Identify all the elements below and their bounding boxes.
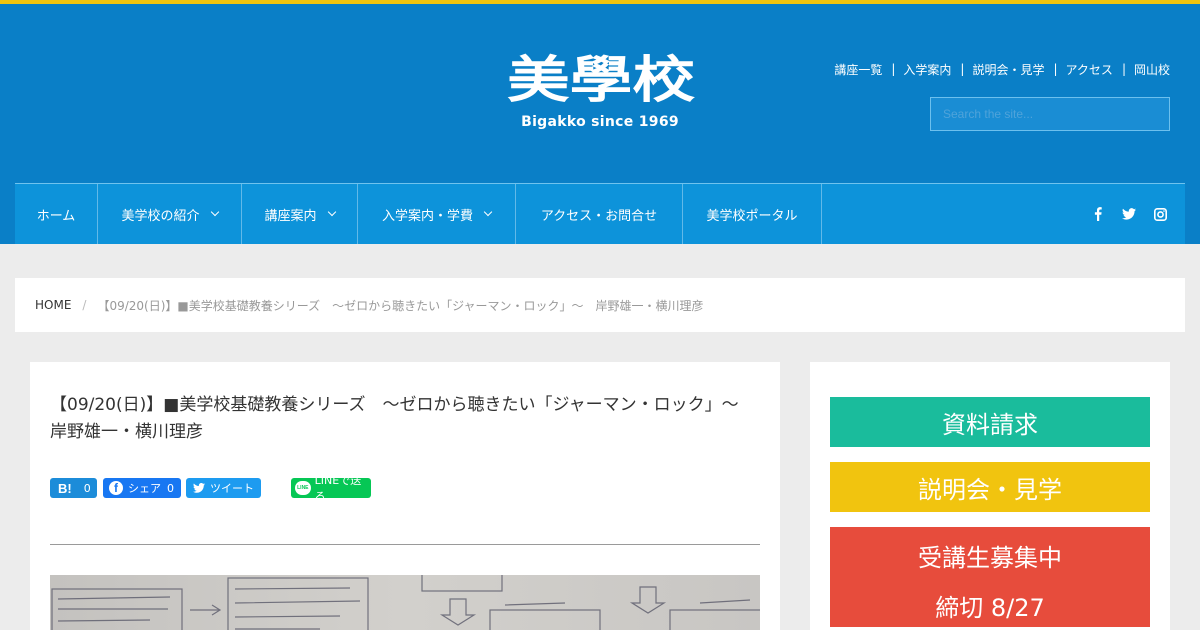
- search-box: [930, 97, 1170, 131]
- logo-text: 美學校: [507, 51, 695, 104]
- top-link-access[interactable]: アクセス: [1066, 61, 1113, 78]
- nav-item-courses[interactable]: 講座案内: [242, 184, 358, 244]
- chevron-down-icon: [327, 207, 336, 217]
- nav-item-label: 入学案内・学費: [381, 208, 473, 224]
- facebook-share-label: シェア: [128, 482, 161, 495]
- top-links: 講座一覧 | 入学案内 | 説明会・見学 | アクセス | 岡山校: [834, 61, 1170, 77]
- instagram-icon[interactable]: [1153, 207, 1167, 221]
- twitter-icon[interactable]: [1122, 207, 1136, 221]
- hatena-icon: B!: [58, 480, 72, 496]
- handwritten-diagram-image: [50, 575, 760, 630]
- search-input[interactable]: [943, 98, 1157, 130]
- nav-item-access[interactable]: アクセス・お問合せ: [516, 184, 683, 244]
- breadcrumb-current: 【09/20(日)】■美学校基礎教養シリーズ 〜ゼロから聴きたい「ジャーマン・ロ…: [97, 298, 704, 313]
- sidebar: 資料請求 説明会・見学 受講生募集中 締切 8/27: [810, 362, 1170, 630]
- main-nav: ホーム 美学校の紹介 講座案内 入学案内・学費 アクセス・お問合せ 美学校ポータ…: [15, 183, 1185, 244]
- top-accent-bar: [0, 0, 1200, 4]
- chevron-down-icon: [210, 207, 219, 217]
- nav-item-portal[interactable]: 美学校ポータル: [683, 184, 822, 244]
- facebook-share-count: 0: [167, 481, 174, 495]
- recruitment-title: 受講生募集中: [918, 544, 1062, 572]
- site-header: 美學校 Bigakko since 1969 講座一覧 | 入学案内 | 説明会…: [0, 0, 1200, 244]
- line-icon: LINE: [295, 481, 311, 495]
- divider: [50, 544, 760, 545]
- nav-item-label: アクセス・お問合せ: [540, 208, 658, 224]
- nav-item-label: ホーム: [36, 208, 76, 224]
- facebook-share-button[interactable]: f シェア 0: [103, 478, 181, 498]
- page-title: 【09/20(日)】■美学校基礎教養シリーズ 〜ゼロから聴きたい「ジャーマン・ロ…: [50, 395, 756, 442]
- social-links: [1091, 184, 1167, 244]
- tweet-label: ツイート: [210, 482, 254, 495]
- info-session-button[interactable]: 説明会・見学: [830, 462, 1150, 512]
- twitter-icon: [193, 483, 205, 493]
- recruitment-banner-button[interactable]: 受講生募集中 締切 8/27: [830, 527, 1150, 627]
- top-link-separator: |: [1121, 62, 1126, 76]
- article-image: [50, 575, 760, 630]
- top-link-separator: |: [1053, 62, 1058, 76]
- nav-item-label: 美学校ポータル: [706, 208, 798, 224]
- top-link-separator: |: [960, 62, 965, 76]
- brochure-request-button[interactable]: 資料請求: [830, 397, 1150, 447]
- nav-item-label: 美学校の紹介: [121, 208, 200, 224]
- top-link-okayama[interactable]: 岡山校: [1134, 61, 1170, 78]
- nav-item-home[interactable]: ホーム: [15, 184, 98, 244]
- nav-item-about[interactable]: 美学校の紹介: [98, 184, 242, 244]
- logo-tagline: Bigakko since 1969: [521, 114, 679, 130]
- breadcrumb-home-link[interactable]: HOME: [35, 298, 71, 312]
- facebook-icon[interactable]: [1091, 207, 1105, 221]
- hatena-count: 0: [83, 481, 91, 495]
- chevron-down-icon: [483, 207, 493, 217]
- article-card: 【09/20(日)】■美学校基礎教養シリーズ 〜ゼロから聴きたい「ジャーマン・ロ…: [30, 362, 780, 630]
- breadcrumb-separator: /: [82, 298, 87, 312]
- top-link-separator: |: [891, 62, 896, 76]
- breadcrumb: HOME / 【09/20(日)】■美学校基礎教養シリーズ 〜ゼロから聴きたい「…: [15, 278, 1185, 332]
- top-link-info-session[interactable]: 説明会・見学: [972, 61, 1044, 78]
- recruitment-deadline: 締切 8/27: [935, 594, 1045, 622]
- tweet-button[interactable]: ツイート: [186, 478, 261, 498]
- top-link-courses[interactable]: 講座一覧: [834, 61, 882, 78]
- logo-wordmark: 美學校: [507, 51, 695, 104]
- site-logo[interactable]: 美學校 Bigakko since 1969: [500, 44, 700, 139]
- nav-item-admission[interactable]: 入学案内・学費: [358, 184, 516, 244]
- line-share-label: LINEで送る: [314, 474, 362, 503]
- line-share-button[interactable]: LINE LINEで送る: [291, 474, 371, 503]
- facebook-icon: f: [109, 481, 123, 495]
- nav-item-label: 講座案内: [264, 208, 317, 224]
- hatena-bookmark-button[interactable]: B! 0: [50, 478, 97, 498]
- top-link-admission[interactable]: 入学案内: [903, 61, 951, 78]
